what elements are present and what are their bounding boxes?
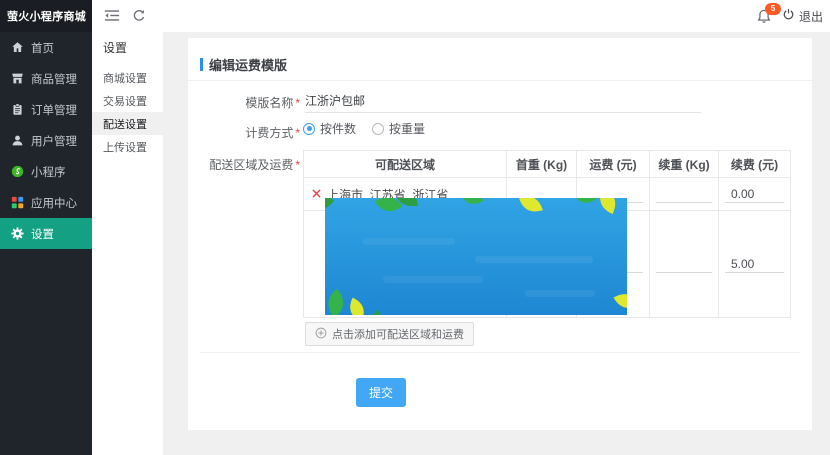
renew-fee-input[interactable]: 5.00 bbox=[725, 255, 784, 273]
renew-weight-cell bbox=[650, 178, 719, 211]
gear-icon bbox=[10, 227, 24, 241]
radio-by-piece[interactable]: 按件数 bbox=[303, 120, 356, 137]
radio-dot-icon bbox=[372, 123, 384, 135]
submenu-title: 设置 bbox=[92, 32, 163, 62]
billing-method-label: 计费方式* bbox=[188, 124, 300, 141]
submenu-item-label: 交易设置 bbox=[103, 93, 147, 109]
submenu-item-trade-settings[interactable]: 交易设置 bbox=[92, 89, 163, 112]
top-bar: 5 退出 bbox=[92, 0, 830, 32]
required-mark: * bbox=[295, 126, 300, 140]
sidebar-item-label: 设置 bbox=[31, 226, 54, 242]
logout-label: 退出 bbox=[799, 8, 823, 25]
sidebar-item-users[interactable]: 用户管理 bbox=[0, 125, 92, 156]
sidebar-item-orders[interactable]: 订单管理 bbox=[0, 94, 92, 125]
add-region-label: 点击添加可配送区域和运费 bbox=[332, 326, 464, 342]
sidebar-item-miniapp[interactable]: 小程序 bbox=[0, 156, 92, 187]
header-freight: 运费 (元) bbox=[577, 151, 650, 178]
renew-weight-input[interactable] bbox=[656, 185, 712, 203]
miniapp-icon bbox=[10, 165, 24, 179]
submenu-item-mall-settings[interactable]: 商城设置 bbox=[92, 66, 163, 89]
billing-method-radios: 按件数 按重量 bbox=[303, 120, 425, 137]
header-renew-weight: 续重 (Kg) bbox=[650, 151, 719, 178]
overlay-image bbox=[325, 198, 627, 315]
edit-template-card: 编辑运费模版 模版名称* 江浙沪包邮 计费方式* 按件数 按重量 bbox=[188, 38, 812, 430]
settings-submenu: 设置 商城设置 交易设置 配送设置 上传设置 bbox=[92, 32, 163, 455]
refresh-icon[interactable] bbox=[132, 9, 146, 28]
brand-title: 萤火小程序商城 bbox=[0, 0, 92, 32]
clipboard-icon bbox=[10, 103, 24, 117]
content-area: 编辑运费模版 模版名称* 江浙沪包邮 计费方式* 按件数 按重量 bbox=[163, 32, 830, 455]
renew-fee-input[interactable]: 0.00 bbox=[725, 185, 784, 203]
submit-button[interactable]: 提交 bbox=[356, 378, 406, 407]
template-name-label: 模版名称* bbox=[188, 94, 300, 111]
radio-by-weight[interactable]: 按重量 bbox=[372, 120, 425, 137]
power-icon bbox=[782, 8, 795, 24]
sidebar-item-label: 应用中心 bbox=[31, 195, 77, 211]
sidebar-item-products[interactable]: 商品管理 bbox=[0, 63, 92, 94]
sidebar-item-label: 小程序 bbox=[31, 164, 66, 180]
form-divider bbox=[200, 352, 800, 353]
required-mark: * bbox=[295, 96, 300, 110]
renew-fee-cell: 5.00 bbox=[719, 211, 791, 318]
title-divider bbox=[188, 80, 812, 81]
submenu-item-upload-settings[interactable]: 上传设置 bbox=[92, 135, 163, 158]
submenu-item-label: 配送设置 bbox=[103, 116, 147, 132]
sidebar-item-appcenter[interactable]: 应用中心 bbox=[0, 187, 92, 218]
notification-bell-icon[interactable]: 5 bbox=[756, 8, 772, 30]
sidebar-item-label: 用户管理 bbox=[31, 133, 77, 149]
renew-weight-input[interactable] bbox=[656, 255, 712, 273]
submenu-items: 商城设置 交易设置 配送设置 上传设置 bbox=[92, 66, 163, 158]
main-sidebar: 萤火小程序商城 首页 商品管理 订单管理 bbox=[0, 0, 92, 455]
main-nav: 首页 商品管理 订单管理 用户管理 bbox=[0, 32, 92, 249]
renew-weight-cell bbox=[650, 211, 719, 318]
required-mark: * bbox=[295, 158, 300, 172]
sidebar-item-label: 订单管理 bbox=[31, 102, 77, 118]
sidebar-item-home[interactable]: 首页 bbox=[0, 32, 92, 63]
apps-grid-icon bbox=[10, 196, 24, 210]
app-window: 萤火小程序商城 首页 商品管理 订单管理 bbox=[0, 0, 830, 455]
page-title: 编辑运费模版 bbox=[200, 55, 287, 74]
store-icon bbox=[10, 72, 24, 86]
table-header-row: 可配送区域 首重 (Kg) 运费 (元) 续重 (Kg) 续费 (元) bbox=[304, 151, 791, 178]
collapse-menu-icon[interactable] bbox=[104, 9, 120, 27]
radio-label: 按件数 bbox=[320, 120, 356, 137]
sidebar-item-settings[interactable]: 设置 bbox=[0, 218, 92, 249]
delete-region-icon[interactable] bbox=[312, 187, 321, 201]
sidebar-item-label: 商品管理 bbox=[31, 71, 77, 87]
radio-label: 按重量 bbox=[389, 120, 425, 137]
submenu-item-label: 商城设置 bbox=[103, 70, 147, 86]
template-name-input[interactable]: 江浙沪包邮 bbox=[305, 88, 701, 113]
header-first-weight: 首重 (Kg) bbox=[507, 151, 577, 178]
page-title-text: 编辑运费模版 bbox=[209, 55, 287, 74]
notification-badge: 5 bbox=[765, 3, 781, 15]
radio-dot-icon bbox=[303, 123, 315, 135]
submenu-item-delivery-settings[interactable]: 配送设置 bbox=[92, 112, 163, 135]
title-accent-bar bbox=[200, 58, 203, 71]
renew-fee-cell: 0.00 bbox=[719, 178, 791, 211]
logout-button[interactable]: 退出 bbox=[782, 0, 823, 32]
add-region-button[interactable]: 点击添加可配送区域和运费 bbox=[305, 322, 474, 346]
plus-circle-icon bbox=[315, 327, 327, 342]
user-icon bbox=[10, 134, 24, 148]
sidebar-item-label: 首页 bbox=[31, 40, 54, 56]
header-region: 可配送区域 bbox=[304, 151, 507, 178]
home-icon bbox=[10, 41, 24, 55]
delivery-region-label: 配送区域及运费* bbox=[188, 156, 300, 173]
header-renew-fee: 续费 (元) bbox=[719, 151, 791, 178]
submenu-item-label: 上传设置 bbox=[103, 139, 147, 155]
